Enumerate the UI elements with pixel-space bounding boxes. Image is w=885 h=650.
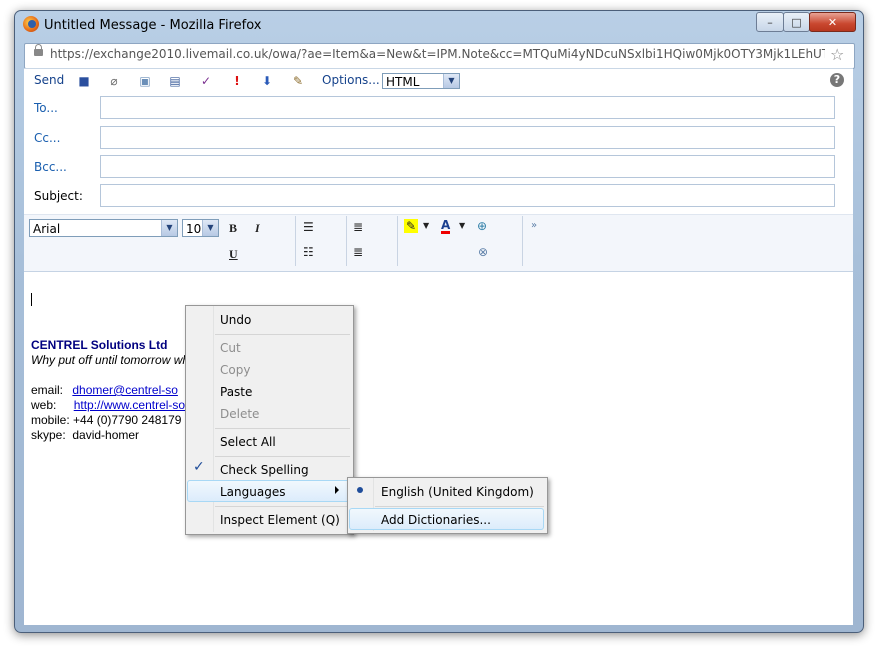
bcc-field[interactable] [100,155,835,178]
signature-company: CENTREL Solutions Ltd [31,338,168,352]
window-title: Untitled Message - Mozilla Firefox [44,18,262,33]
cc-button[interactable]: Cc... [34,131,60,145]
checkmark-icon: ✓ [193,459,205,475]
to-button[interactable]: To... [34,101,58,115]
toolbar-divider [295,216,296,266]
font-size-select[interactable]: 10 ▼ [182,219,219,237]
remove-link-icon[interactable]: ⊗ [478,245,488,259]
web-link[interactable]: http://www.centrel-so [74,398,185,412]
chevron-down-icon[interactable]: ▼ [423,221,429,230]
menu-item-select-all[interactable]: Select All [220,435,276,449]
submenu-arrow-icon [335,486,339,494]
web-label: web: [31,398,57,412]
subject-label: Subject: [34,189,83,203]
chevron-down-icon[interactable]: ▼ [459,221,465,230]
submenu-item-add-dictionaries[interactable]: Add Dictionaries... [381,513,491,527]
high-importance-icon[interactable]: ! [230,74,244,88]
font-size-value: 10 [186,222,202,236]
toolbar-divider [346,216,347,266]
toolbar-divider [397,216,398,266]
signature-web-row: web: http://www.centrel-so [31,398,185,412]
close-button[interactable]: ✕ [809,12,856,32]
help-icon[interactable]: ? [830,73,844,87]
menu-separator [375,506,544,507]
signature-mobile: mobile: +44 (0)7790 248179 [31,413,182,427]
firefox-logo-icon [23,16,39,32]
signature-skype: skype: david-homer [31,428,140,442]
toolbar-divider [522,216,523,266]
radio-selected-icon [357,487,363,493]
message-format-value: HTML [386,75,420,89]
decrease-indent-icon[interactable]: ≣ [353,220,363,234]
cc-field[interactable] [100,126,835,149]
menu-separator [215,506,350,507]
menu-item-languages[interactable]: Languages [220,485,285,499]
send-button[interactable]: Send [34,73,64,87]
font-value: Arial [33,222,61,236]
insert-link-icon[interactable]: ⊕ [477,219,487,233]
minimize-button[interactable]: – [756,12,784,32]
save-icon[interactable]: ■ [77,74,91,88]
insert-image-icon[interactable]: ▣ [138,74,152,88]
menu-item-copy: Copy [220,363,251,377]
italic-button[interactable]: I [255,221,260,236]
chevron-down-icon: ▼ [202,220,218,236]
attach-icon[interactable]: ⌀ [107,74,121,88]
increase-indent-icon[interactable]: ≣ [353,245,363,259]
maximize-button[interactable]: □ [783,12,810,32]
menu-item-cut: Cut [220,341,241,355]
menu-separator [215,334,350,335]
signature-email-row: email: dhomer@centrel-so [31,383,178,397]
text-caret [31,293,32,306]
underline-button[interactable]: U [229,247,238,262]
address-book-icon[interactable]: ▤ [168,74,182,88]
message-options-icon[interactable]: ✎ [291,74,305,88]
chevron-down-icon: ▼ [161,220,177,236]
menu-separator [215,428,350,429]
numbering-icon[interactable]: ☷ [303,245,314,259]
menu-item-inspect-element[interactable]: Inspect Element (Q) [220,513,340,527]
menu-item-undo[interactable]: Undo [220,313,251,327]
subject-field[interactable] [100,184,835,207]
email-link[interactable]: dhomer@centrel-so [72,383,178,397]
more-options-icon[interactable]: » [531,220,537,231]
message-format-select[interactable]: HTML ▼ [382,73,460,89]
highlight-icon[interactable]: ✎ [404,219,419,233]
bold-button[interactable]: B [229,221,237,236]
font-select[interactable]: Arial ▼ [29,219,178,237]
signature-tagline: Why put off until tomorrow wh [31,353,190,367]
submenu-item-english-uk[interactable]: English (United Kingdom) [381,485,534,499]
to-field[interactable] [100,96,835,119]
chevron-down-icon: ▼ [443,74,459,88]
low-importance-icon[interactable]: ⬇ [260,74,274,88]
menu-item-check-spelling[interactable]: Check Spelling [220,463,309,477]
bullets-icon[interactable]: ☰ [303,220,314,234]
options-link[interactable]: Options... [322,73,380,87]
menu-item-delete: Delete [220,407,260,421]
check-names-icon[interactable]: ✓ [199,74,213,88]
email-label: email: [31,383,64,397]
lock-icon [34,44,43,56]
bcc-button[interactable]: Bcc... [34,160,67,174]
menu-separator [215,456,350,457]
font-color-icon[interactable]: A [441,219,451,234]
menu-item-paste[interactable]: Paste [220,385,252,399]
url-text[interactable]: https://exchange2010.livemail.co.uk/owa/… [50,47,825,61]
bookmark-star-icon[interactable]: ☆ [830,45,844,64]
